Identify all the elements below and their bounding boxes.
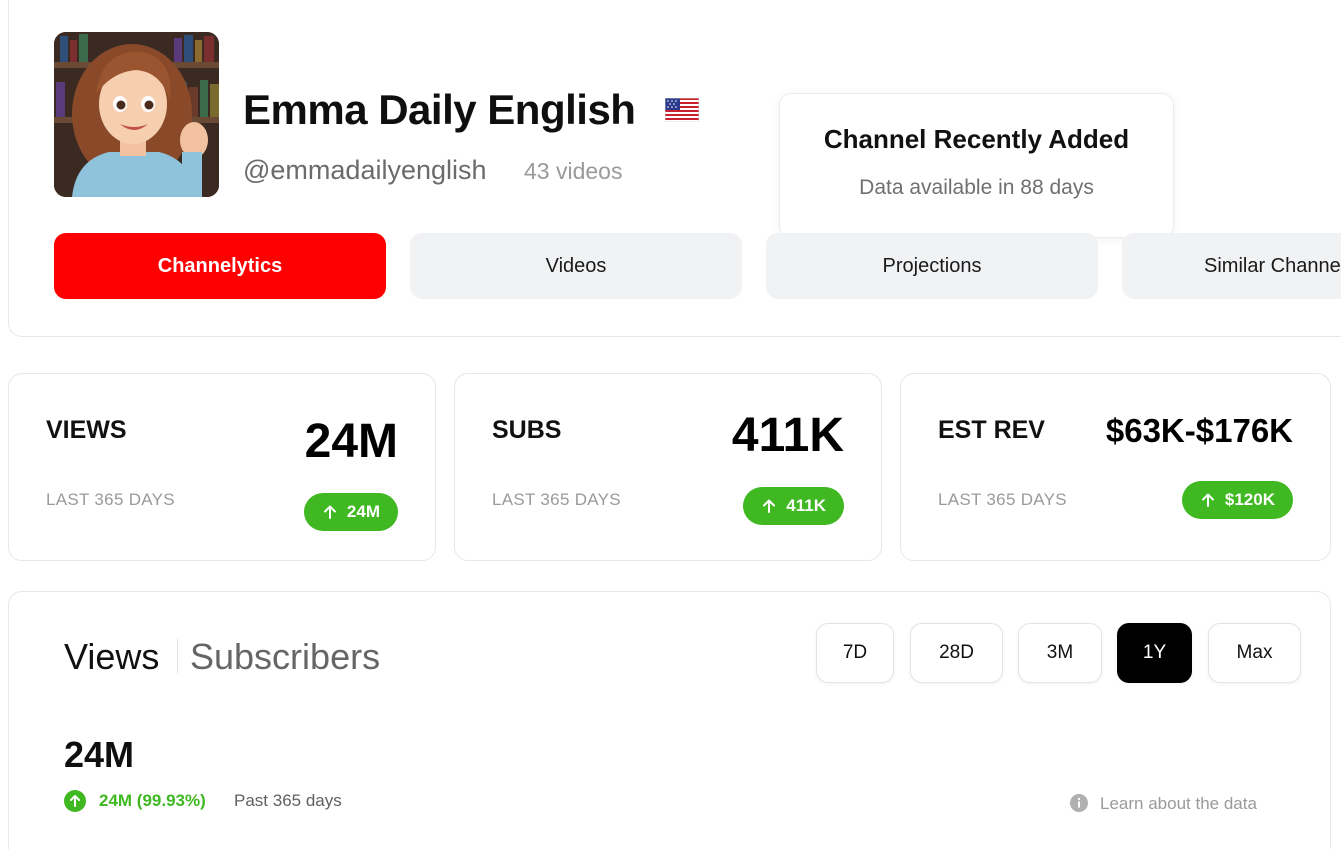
- stat-label: EST REV: [938, 416, 1045, 444]
- change-badge: $120K: [1181, 481, 1293, 519]
- video-count: 43 videos: [524, 158, 623, 184]
- info-icon[interactable]: [1070, 794, 1088, 812]
- tab-channelytics[interactable]: Channelytics: [54, 233, 386, 299]
- tab-similar-channels[interactable]: Similar Channels: [1122, 233, 1341, 299]
- range-7d-button[interactable]: 7D: [816, 623, 894, 683]
- stat-value: $63K-$176K: [1105, 412, 1293, 449]
- range-max-button[interactable]: Max: [1208, 623, 1301, 683]
- tab-projections[interactable]: Projections: [766, 233, 1098, 299]
- chart-change-period: Past 365 days: [234, 791, 342, 810]
- chart-tab-views[interactable]: Views: [64, 636, 159, 678]
- range-28d-button[interactable]: 28D: [910, 623, 1003, 683]
- range-3m-button[interactable]: 3M: [1018, 623, 1102, 683]
- channel-name: Emma Daily English: [243, 86, 636, 133]
- subs-stat-card: SUBS 411K LAST 365 DAYS 411K: [454, 373, 882, 561]
- chart-tab-subscribers[interactable]: Subscribers: [190, 636, 380, 678]
- chart-card: Views Subscribers 7D 28D 3M 1Y Max 24M 2…: [8, 591, 1331, 849]
- change-badge: 24M: [303, 493, 398, 531]
- stat-period: LAST 365 DAYS: [492, 490, 621, 509]
- tab-videos[interactable]: Videos: [410, 233, 742, 299]
- arrow-up-circle-icon: [64, 790, 86, 812]
- chart-tab-divider: [177, 639, 178, 673]
- channel-handle[interactable]: @emmadailyenglish: [243, 155, 487, 186]
- revenue-stat-card: EST REV $63K-$176K LAST 365 DAYS $120K: [900, 373, 1331, 561]
- stat-label: VIEWS: [46, 416, 127, 444]
- arrow-up-icon: [1201, 493, 1214, 507]
- avatar-illustration: [54, 32, 219, 197]
- channel-avatar[interactable]: [54, 32, 219, 197]
- range-1y-button[interactable]: 1Y: [1117, 623, 1192, 683]
- stat-label: SUBS: [492, 416, 562, 444]
- stat-period: LAST 365 DAYS: [46, 490, 175, 509]
- channel-header: Emma Daily English @emmadailyenglish 43 …: [8, 0, 1341, 337]
- arrow-up-icon: [763, 499, 776, 513]
- change-value: 24M: [346, 502, 380, 521]
- change-badge: 411K: [743, 487, 844, 525]
- stat-value: 24M: [304, 415, 398, 468]
- chart-change-value: 24M (99.93%): [99, 791, 206, 810]
- views-stat-card: VIEWS 24M LAST 365 DAYS 24M: [8, 373, 436, 561]
- us-flag-icon: [664, 97, 700, 123]
- notice-subtitle: Data available in 88 days: [859, 176, 1094, 199]
- stat-value: 411K: [731, 409, 844, 462]
- chart-total-value: 24M: [64, 734, 135, 775]
- notice-title: Channel Recently Added: [823, 124, 1130, 154]
- change-value: $120K: [1224, 490, 1275, 509]
- stat-period: LAST 365 DAYS: [938, 490, 1067, 509]
- recently-added-notice: Channel Recently Added Data available in…: [779, 93, 1174, 238]
- learn-about-data-link[interactable]: Learn about the data: [1100, 794, 1257, 814]
- arrow-up-icon: [323, 505, 336, 519]
- change-value: 411K: [786, 496, 826, 515]
